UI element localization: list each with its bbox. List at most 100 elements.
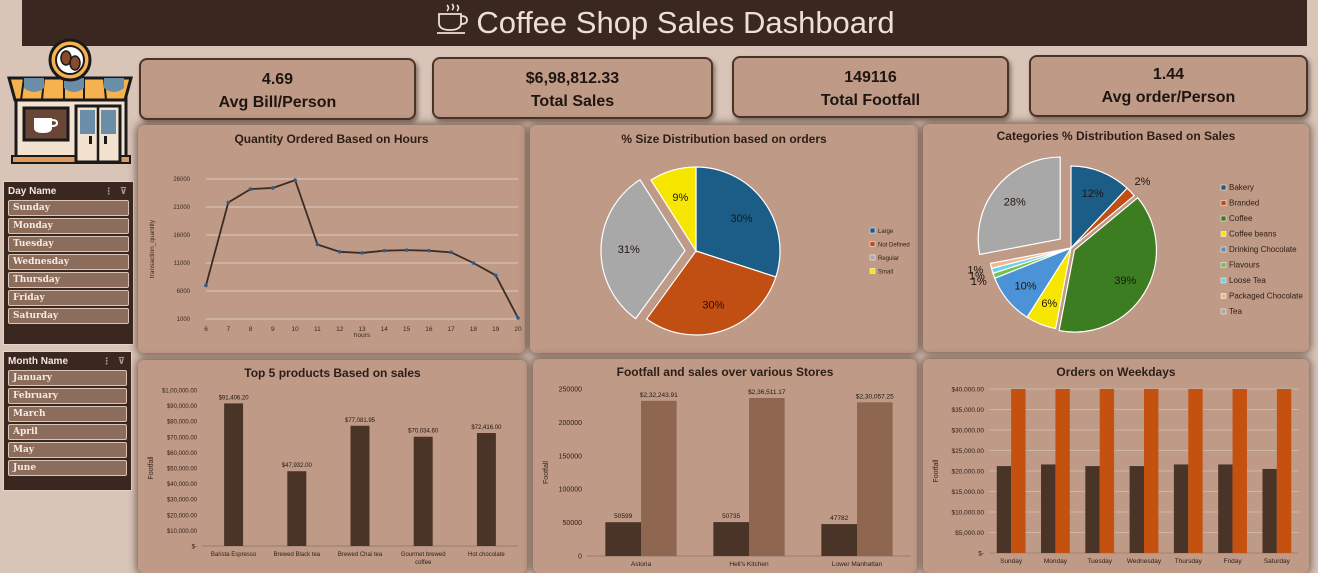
x-tick-label: coffee: [415, 560, 432, 566]
y-tick-label: $90,000.00: [167, 404, 198, 410]
top-products-bar-chart: $- $10,000.00 $20,000.00 $30,000.00 $40,000.…: [148, 389, 518, 566]
legend-swatch: [1220, 200, 1227, 206]
y-tick-label: 50000: [563, 520, 583, 527]
slicer-item-sunday[interactable]: Sunday: [8, 200, 129, 216]
hours-quantity-panel: Quantity Ordered Based on Hours 1000 6000…: [138, 125, 525, 353]
legend-label: Bakery: [1229, 183, 1254, 192]
data-point: [516, 316, 520, 320]
month-name-slicer[interactable]: Month Name ⋮ ⊽ January February March Ap…: [3, 351, 132, 491]
y-tick-label: 16000: [173, 233, 190, 239]
kpi-label: Total Footfall: [820, 92, 921, 109]
slicer-item-march[interactable]: March: [8, 406, 127, 422]
chart-title: Orders on Weekdays: [1056, 365, 1176, 379]
kpi-avg-order: 1.44 Avg order/Person: [1029, 55, 1308, 117]
pie-data-label: 12%: [1082, 188, 1104, 200]
x-tick-label: 19: [492, 326, 500, 333]
bar: [1011, 389, 1026, 553]
slicer-item-april[interactable]: April: [8, 424, 127, 440]
kpi-value: 149116: [844, 69, 897, 86]
y-axis-label: Footfall: [148, 456, 155, 479]
y-tick-label: 21000: [173, 205, 190, 211]
x-tick-label: Thursday: [1175, 558, 1203, 565]
y-tick-label: 6000: [177, 289, 191, 295]
y-tick-label: $20,000.00: [951, 469, 984, 476]
slicer-header: Month Name ⋮ ⊽: [4, 352, 131, 370]
data-point: [226, 200, 231, 205]
data-point: [427, 248, 431, 253]
series-line: [205, 178, 519, 319]
slicer-item-wednesday[interactable]: Wednesday: [8, 254, 129, 270]
dashboard-title: Coffee Shop Sales Dashboard: [476, 5, 895, 40]
bar-data-label: 50599: [614, 513, 632, 520]
y-tick-label: $20,000.00: [167, 513, 198, 519]
slicer-item-february[interactable]: February: [8, 388, 127, 404]
x-tick-label: Saturday: [1264, 558, 1291, 565]
legend-swatch: [1220, 308, 1227, 315]
data-point: [471, 261, 476, 265]
legend-swatch: [1220, 231, 1227, 237]
slicer-item-june[interactable]: June: [8, 460, 127, 476]
hours-line-chart: 10006000110001600021000260006 7 8 9 10 11 12 13…: [149, 177, 522, 339]
y-tick-label: $40,000.00: [167, 482, 198, 488]
x-tick-label: 7: [226, 326, 230, 333]
data-point: [315, 242, 320, 247]
bar: [605, 522, 641, 556]
bar-data-label: $72,416.00: [471, 425, 502, 431]
data-point: [382, 248, 387, 253]
x-tick-label: 8: [249, 326, 253, 333]
bar-data-label: $91,406.20: [219, 395, 250, 401]
data-point: [293, 178, 297, 182]
y-tick-label: $-: [978, 551, 984, 558]
y-tick-label: $-: [192, 545, 197, 551]
slicer-item-saturday[interactable]: Saturday: [8, 308, 129, 324]
y-axis-label: Footfall: [933, 459, 940, 482]
slicer-item-friday[interactable]: Friday: [8, 290, 129, 306]
x-tick-label: 18: [470, 326, 478, 333]
bar: [1276, 389, 1292, 553]
y-tick-label: $1,00,000.00: [162, 389, 198, 395]
data-point: [404, 248, 409, 252]
y-tick-label: $5,000.00: [955, 530, 984, 537]
kpi-total-footfall: 149116 Total Footfall: [732, 56, 1009, 118]
chart-title: Footfall and sales over various Stores: [616, 365, 834, 379]
kpi-label: Avg order/Person: [1101, 89, 1236, 106]
x-axis-label: hours: [354, 332, 371, 339]
bar: [1188, 389, 1203, 553]
y-tick-label: $15,000.00: [951, 489, 984, 496]
filter-icon[interactable]: ⋮ ⊽: [104, 186, 129, 197]
x-tick-label: Wednesday: [1127, 558, 1162, 565]
day-name-slicer[interactable]: Day Name ⋮ ⊽ Sunday Monday Tuesday Wedne…: [3, 181, 134, 345]
bar-data-label: $77,081.95: [345, 418, 376, 424]
x-tick-label: Hell's Kitchen: [729, 561, 769, 568]
x-tick-label: 16: [425, 326, 433, 333]
bar-data-label: $2,30,057.25: [856, 393, 894, 400]
slicer-item-may[interactable]: May: [8, 442, 127, 458]
slicer-item-monday[interactable]: Monday: [8, 218, 129, 234]
bar: [287, 471, 307, 546]
coffee-cup-icon: [434, 1, 470, 45]
y-tick-label: 0: [578, 554, 582, 561]
data-point: [337, 250, 342, 254]
x-tick-label: Sunday: [1000, 558, 1023, 565]
bar: [713, 522, 749, 556]
slicer-item-thursday[interactable]: Thursday: [8, 272, 129, 288]
slicer-item-tuesday[interactable]: Tuesday: [8, 236, 129, 252]
bar: [1232, 389, 1247, 553]
legend-swatch: [869, 241, 876, 247]
legend-swatch: [1220, 293, 1227, 299]
slicer-header: Day Name ⋮ ⊽: [4, 182, 133, 200]
slicer-item-january[interactable]: January: [8, 370, 127, 386]
chart-title: Quantity Ordered Based on Hours: [234, 132, 429, 146]
x-tick-label: Brewed Black tea: [273, 552, 320, 558]
y-tick-label: 26000: [173, 177, 190, 183]
kpi-avg-bill: 4.69 Avg Bill/Person: [139, 58, 416, 120]
weekday-orders-panel: Orders on Weekdays $- $5,000.00 $10,000.00…: [923, 359, 1309, 573]
legend-label: Coffee beans: [1229, 230, 1276, 239]
y-tick-label: $10,000.00: [167, 529, 198, 535]
y-axis-label: Footfall: [543, 461, 550, 484]
bar: [821, 524, 857, 556]
weekday-bar-chart: $- $5,000.00 $10,000.00 $15,000.00 $20,000.0…: [933, 387, 1299, 565]
filter-icon[interactable]: ⋮ ⊽: [102, 356, 127, 367]
legend-label: Loose Tea: [1229, 276, 1266, 285]
data-point: [248, 187, 253, 191]
